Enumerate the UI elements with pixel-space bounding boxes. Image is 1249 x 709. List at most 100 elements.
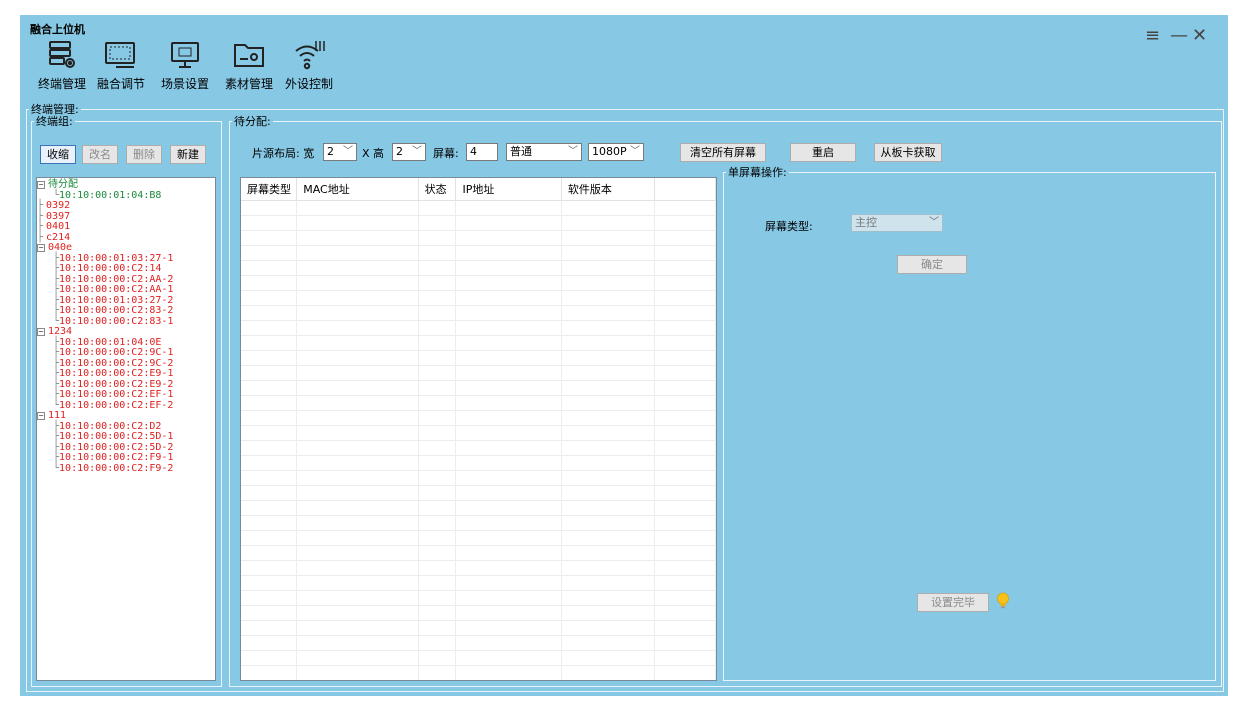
tree-group[interactable]: ├ 0401 bbox=[37, 221, 215, 233]
grid-empty-row[interactable] bbox=[241, 515, 716, 531]
grid-cell bbox=[418, 335, 457, 351]
grid-empty-row[interactable] bbox=[241, 335, 716, 351]
grid-empty-row[interactable] bbox=[241, 470, 716, 486]
close-button[interactable]: ✕ bbox=[1192, 25, 1207, 46]
grid-cell bbox=[418, 620, 457, 636]
mode-select[interactable]: 普通 ﹀ bbox=[506, 143, 582, 161]
grid-column-header[interactable]: 软件版本 bbox=[561, 178, 656, 201]
grid-empty-row[interactable] bbox=[241, 425, 716, 441]
grid-empty-row[interactable] bbox=[241, 200, 716, 216]
menu-icon[interactable]: ≡ bbox=[1145, 25, 1160, 46]
grid-empty-row[interactable] bbox=[241, 635, 716, 651]
grid-cell bbox=[654, 350, 716, 366]
grid-cell bbox=[296, 575, 419, 591]
resolution-select[interactable]: 1080P ﹀ bbox=[588, 143, 644, 161]
grid-empty-row[interactable] bbox=[241, 665, 716, 680]
grid-cell bbox=[455, 320, 562, 336]
layout-width-select[interactable]: 2 ﹀ bbox=[323, 143, 357, 161]
grid-empty-row[interactable] bbox=[241, 545, 716, 561]
grid-cell bbox=[455, 305, 562, 321]
grid-cell bbox=[654, 470, 716, 486]
delete-button[interactable]: 删除 bbox=[126, 145, 162, 164]
toolbar-terminal-management[interactable]: 终端管理 bbox=[34, 37, 90, 95]
toolbar-material-management[interactable]: 素材管理 bbox=[218, 37, 280, 95]
screen-grid[interactable]: 屏幕类型 MAC地址 状态 IP地址 软件版本 bbox=[240, 177, 717, 681]
toolbar-peripheral-control[interactable]: 外设控制 bbox=[280, 37, 338, 95]
lightbulb-icon[interactable] bbox=[996, 592, 1010, 610]
tree-group-label: 040e bbox=[48, 242, 73, 253]
tree-terminal-label: 10:10:00:00:C2:EF-1 bbox=[59, 389, 174, 400]
finish-settings-button[interactable]: 设置完毕 bbox=[917, 593, 989, 612]
grid-empty-row[interactable] bbox=[241, 650, 716, 666]
grid-empty-row[interactable] bbox=[241, 245, 716, 261]
minimize-button[interactable]: — bbox=[1170, 25, 1188, 46]
grid-cell bbox=[418, 530, 457, 546]
grid-cell bbox=[296, 395, 419, 411]
toolbar-scene-settings[interactable]: 场景设置 bbox=[154, 37, 216, 95]
rename-button[interactable]: 改名 bbox=[82, 145, 118, 164]
grid-empty-row[interactable] bbox=[241, 530, 716, 546]
grid-column-header[interactable]: MAC地址 bbox=[296, 178, 419, 201]
grid-empty-row[interactable] bbox=[241, 590, 716, 606]
grid-empty-row[interactable] bbox=[241, 395, 716, 411]
grid-empty-row[interactable] bbox=[241, 500, 716, 516]
grid-empty-row[interactable] bbox=[241, 485, 716, 501]
grid-cell bbox=[296, 590, 419, 606]
new-group-button[interactable]: 新建 bbox=[170, 145, 206, 164]
grid-empty-row[interactable] bbox=[241, 575, 716, 591]
grid-empty-row[interactable] bbox=[241, 230, 716, 246]
grid-column-header[interactable]: IP地址 bbox=[455, 178, 562, 201]
grid-empty-row[interactable] bbox=[241, 215, 716, 231]
grid-empty-row[interactable] bbox=[241, 365, 716, 381]
grid-empty-row[interactable] bbox=[241, 305, 716, 321]
tree-collapse-icon: − bbox=[37, 243, 45, 252]
chevron-down-icon: ﹀ bbox=[929, 217, 939, 228]
grid-column-header[interactable]: 状态 bbox=[418, 178, 457, 201]
grid-cell bbox=[418, 395, 457, 411]
grid-empty-row[interactable] bbox=[241, 455, 716, 471]
grid-empty-row[interactable] bbox=[241, 320, 716, 336]
layout-height-select[interactable]: 2 ﹀ bbox=[392, 143, 426, 161]
grid-header-row: 屏幕类型 MAC地址 状态 IP地址 软件版本 bbox=[241, 178, 716, 201]
grid-empty-row[interactable] bbox=[241, 410, 716, 426]
clear-all-screens-button[interactable]: 清空所有屏幕 bbox=[680, 143, 766, 162]
fetch-from-card-button[interactable]: 从板卡获取 bbox=[874, 143, 942, 162]
grid-column-header[interactable]: 屏幕类型 bbox=[241, 178, 298, 201]
grid-cell bbox=[561, 200, 656, 216]
screens-count-input[interactable]: 4 bbox=[466, 143, 498, 161]
collapse-button[interactable]: 收缩 bbox=[40, 145, 76, 164]
grid-cell bbox=[654, 545, 716, 561]
grid-column-header[interactable] bbox=[654, 178, 716, 201]
restart-button[interactable]: 重启 bbox=[790, 143, 856, 162]
tree-terminal[interactable]: └10:10:00:00:C2:F9-2 bbox=[37, 463, 215, 475]
grid-empty-row[interactable] bbox=[241, 275, 716, 291]
chevron-down-icon: ﹀ bbox=[412, 146, 422, 157]
confirm-button[interactable]: 确定 bbox=[897, 255, 967, 274]
grid-empty-row[interactable] bbox=[241, 380, 716, 396]
grid-empty-row[interactable] bbox=[241, 290, 716, 306]
toolbar-label: 外设控制 bbox=[284, 77, 333, 91]
grid-cell bbox=[561, 290, 656, 306]
tree-group[interactable]: ├ 0392 bbox=[37, 200, 215, 212]
grid-cell bbox=[455, 290, 562, 306]
grid-empty-row[interactable] bbox=[241, 440, 716, 456]
grid-cell bbox=[418, 515, 457, 531]
grid-cell bbox=[296, 335, 419, 351]
grid-cell bbox=[654, 530, 716, 546]
grid-empty-row[interactable] bbox=[241, 560, 716, 576]
toolbar-fusion-adjust[interactable]: 融合调节 bbox=[90, 37, 152, 95]
tree-terminal-label: 10:10:00:00:C2:5D-2 bbox=[59, 441, 174, 453]
tree-group-label: 1234 bbox=[48, 326, 73, 337]
single-screen-legend: 单屏幕操作: bbox=[728, 166, 787, 179]
grid-cell bbox=[561, 530, 656, 546]
terminal-tree[interactable]: − 待分配 └10:10:00:01:04:B8 ├ 0392 ├ 0397 ├ 0401 ├ c2… bbox=[36, 177, 216, 681]
grid-cell bbox=[418, 200, 457, 216]
grid-cell bbox=[241, 515, 298, 531]
screen-type-select[interactable]: 主控 ﹀ bbox=[851, 214, 943, 232]
grid-empty-row[interactable] bbox=[241, 260, 716, 276]
grid-empty-row[interactable] bbox=[241, 605, 716, 621]
grid-empty-row[interactable] bbox=[241, 350, 716, 366]
grid-empty-row[interactable] bbox=[241, 620, 716, 636]
chevron-down-icon: ﹀ bbox=[343, 146, 353, 157]
grid-cell bbox=[296, 620, 419, 636]
